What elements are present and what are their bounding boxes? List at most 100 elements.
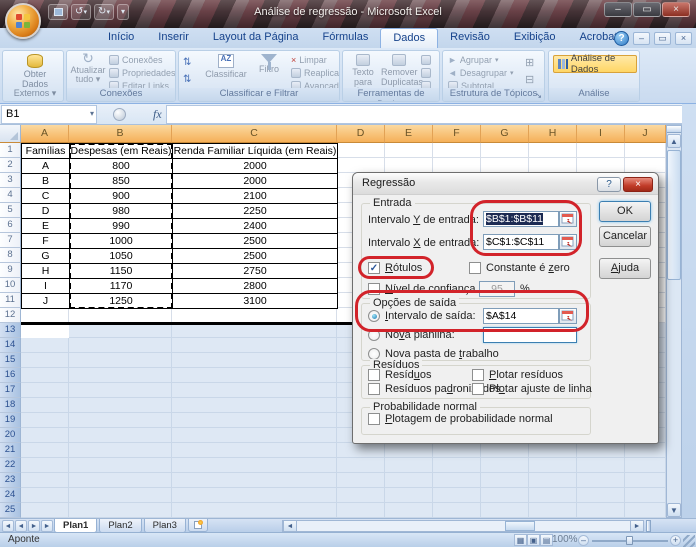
column-header-D[interactable]: D <box>337 125 385 143</box>
labels-checkbox[interactable]: ✓ <box>368 262 380 274</box>
formula-input[interactable] <box>166 105 682 124</box>
data-cell[interactable]: 2400 <box>173 219 338 234</box>
vertical-scroll-thumb[interactable] <box>667 150 681 280</box>
data-cell[interactable]: 2500 <box>173 249 338 264</box>
sort-descending-button[interactable]: ⇅ <box>183 73 199 85</box>
row-header-23[interactable]: 23 <box>0 473 21 488</box>
row-header-15[interactable]: 15 <box>0 353 21 368</box>
zoom-in-button[interactable]: + <box>670 535 681 546</box>
data-cell[interactable]: F <box>22 234 70 249</box>
row-header-16[interactable]: 16 <box>0 368 21 383</box>
scroll-right-button[interactable]: ► <box>630 520 644 532</box>
x-range-input[interactable]: $C$1:$C$11 <box>483 234 559 250</box>
get-external-data-button[interactable]: Obter Dados Externos ▾ <box>13 53 57 101</box>
data-cell[interactable]: 2500 <box>173 234 338 249</box>
insert-sheet-tab[interactable] <box>188 519 208 532</box>
help-button-dialog[interactable]: Ajuda <box>599 258 651 279</box>
refresh-all-button[interactable]: ↻ Atualizar tudo ▾ <box>68 53 108 89</box>
tab-split-handle[interactable] <box>646 520 651 532</box>
page-layout-view-button[interactable]: ▣ <box>527 534 540 546</box>
data-cell[interactable]: C <box>22 189 70 204</box>
data-cell[interactable]: I <box>22 279 70 294</box>
reapply-button[interactable]: Reaplicar <box>291 67 340 79</box>
minimize-button[interactable]: – <box>604 2 632 17</box>
scroll-down-button[interactable]: ▼ <box>667 503 681 517</box>
ungroup-button[interactable]: ◄Desagrupar▾ <box>448 67 513 79</box>
data-cell[interactable]: J <box>22 294 70 309</box>
column-header-F[interactable]: F <box>433 125 481 143</box>
residual-plots-checkbox[interactable] <box>472 369 484 381</box>
cancel-button[interactable]: Cancelar <box>599 226 651 247</box>
row-header-3[interactable]: 3 <box>0 173 21 188</box>
next-sheet-button[interactable]: ► <box>28 520 40 532</box>
line-fit-plots-checkbox[interactable] <box>472 383 484 395</box>
group-button[interactable]: ►Agrupar▾ <box>448 54 498 66</box>
normal-view-button[interactable]: ▦ <box>514 534 527 546</box>
scroll-left-button[interactable]: ◄ <box>283 520 297 532</box>
row-header-21[interactable]: 21 <box>0 443 21 458</box>
first-sheet-button[interactable]: ◄ <box>2 520 14 532</box>
text-to-columns-button[interactable]: Texto para colunas <box>345 53 381 89</box>
row-header-13[interactable]: 13 <box>0 323 21 338</box>
filter-button[interactable]: Filtro <box>251 53 287 89</box>
row-header-25[interactable]: 25 <box>0 503 21 518</box>
help-button[interactable]: ? <box>614 31 629 46</box>
data-cell[interactable]: 2800 <box>173 279 338 294</box>
split-handle[interactable] <box>667 126 681 133</box>
column-header-J[interactable]: J <box>625 125 666 143</box>
name-box[interactable]: B1▾ <box>1 105 97 124</box>
sort-button[interactable]: AZ Classificar <box>203 53 249 89</box>
data-cell[interactable]: 2750 <box>173 264 338 279</box>
ribbon-tab-início[interactable]: Início <box>96 28 146 48</box>
active-cell-a13[interactable] <box>21 323 69 338</box>
row-header-22[interactable]: 22 <box>0 458 21 473</box>
properties-button[interactable]: Propriedades <box>109 67 176 79</box>
data-cell[interactable]: B <box>22 174 70 189</box>
data-cell[interactable]: 3100 <box>173 294 338 309</box>
zoom-slider-thumb[interactable] <box>626 536 633 545</box>
column-header-I[interactable]: I <box>577 125 625 143</box>
row-header-8[interactable]: 8 <box>0 248 21 263</box>
normal-probability-plots-checkbox[interactable] <box>368 413 380 425</box>
x-range-picker-button[interactable] <box>559 234 577 250</box>
dialog-title-bar[interactable]: Regressão ? × <box>353 173 658 195</box>
scroll-up-button[interactable]: ▲ <box>667 134 681 148</box>
data-cell[interactable]: D <box>22 204 70 219</box>
row-header-20[interactable]: 20 <box>0 428 21 443</box>
column-header-H[interactable]: H <box>529 125 577 143</box>
row-header-4[interactable]: 4 <box>0 188 21 203</box>
data-cell[interactable]: E <box>22 219 70 234</box>
last-sheet-button[interactable]: ► <box>41 520 53 532</box>
data-validation-button[interactable] <box>421 54 431 66</box>
ribbon-tab-revisão[interactable]: Revisão <box>438 28 502 48</box>
insert-function-button[interactable]: fx <box>149 107 166 122</box>
sheet-tab-plan1[interactable]: Plan1 <box>54 519 97 533</box>
column-header-B[interactable]: B <box>69 125 172 143</box>
y-range-picker-button[interactable] <box>559 211 577 227</box>
data-cell[interactable]: 2000 <box>173 174 338 189</box>
row-header-6[interactable]: 6 <box>0 218 21 233</box>
vertical-scrollbar[interactable]: ▲ ▼ <box>666 125 682 518</box>
new-worksheet-radio[interactable] <box>368 329 380 341</box>
column-header-G[interactable]: G <box>481 125 529 143</box>
y-range-input[interactable]: $B$1:$B$11 <box>483 211 559 227</box>
ribbon-tab-layout-da-página[interactable]: Layout da Página <box>201 28 311 48</box>
remove-duplicates-button[interactable]: Remover Duplicatas <box>381 53 417 89</box>
workbook-minimize-button[interactable]: – <box>633 32 650 45</box>
ribbon-tab-fórmulas[interactable]: Fórmulas <box>311 28 381 48</box>
row-header-24[interactable]: 24 <box>0 488 21 503</box>
row-header-1[interactable]: 1 <box>0 143 21 158</box>
row-header-12[interactable]: 12 <box>0 308 21 323</box>
constant-zero-checkbox[interactable] <box>469 262 481 274</box>
dialog-close-button[interactable]: × <box>623 177 653 192</box>
header-cell[interactable]: Renda Familiar Líquida (em Reais) <box>173 144 338 159</box>
output-range-input[interactable]: $A$14 <box>483 308 559 324</box>
row-header-9[interactable]: 9 <box>0 263 21 278</box>
column-header-E[interactable]: E <box>385 125 433 143</box>
sheet-tab-plan2[interactable]: Plan2 <box>99 519 141 533</box>
data-analysis-button[interactable]: Análise de Dados <box>553 55 637 73</box>
ok-button[interactable]: OK <box>599 201 651 222</box>
column-header-C[interactable]: C <box>172 125 337 143</box>
workbook-restore-button[interactable]: ▭ <box>654 32 671 45</box>
data-cell[interactable]: H <box>22 264 70 279</box>
